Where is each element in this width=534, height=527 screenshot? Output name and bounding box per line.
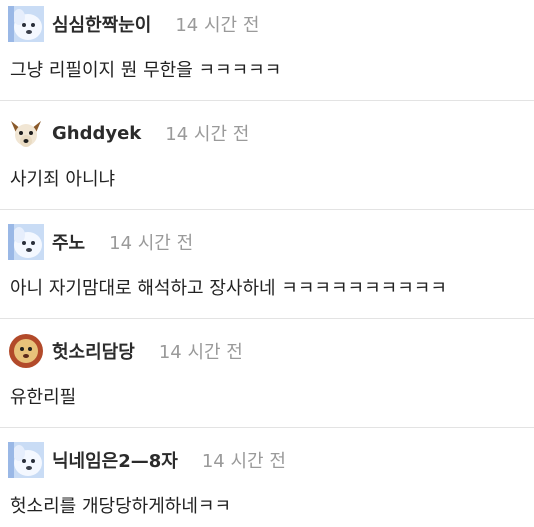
lion-avatar-icon[interactable] bbox=[8, 333, 44, 369]
comment-timestamp: 14 시간 전 bbox=[158, 342, 243, 363]
comment-nickname[interactable]: 헛소리담당 bbox=[52, 338, 135, 364]
white-dog-avatar-icon[interactable] bbox=[8, 442, 44, 478]
comment-text: 사기죄 아니냐 bbox=[10, 169, 116, 190]
comment-nickname[interactable]: Ghddyek bbox=[52, 123, 141, 144]
comment-header: 심심한짝눈이 14 시간 전 bbox=[8, 6, 259, 42]
comment-text: 유한리필 bbox=[10, 387, 77, 408]
white-dog-avatar-icon[interactable] bbox=[8, 6, 44, 42]
comment-timestamp: 14 시간 전 bbox=[175, 15, 260, 36]
comment-nickname[interactable]: 주노 bbox=[52, 229, 85, 255]
comment-item: 심심한짝눈이 14 시간 전 그냥 리필이지 뭔 무한을 ㅋㅋㅋㅋㅋ bbox=[0, 0, 534, 101]
comment-header: 헛소리담당 14 시간 전 bbox=[8, 333, 243, 369]
comment-text: 헛소리를 개당당하게하네ㅋㅋ bbox=[10, 496, 232, 517]
comment-item: 헛소리담당 14 시간 전 유한리필 bbox=[0, 319, 534, 428]
comment-item: Ghddyek 14 시간 전 사기죄 아니냐 bbox=[0, 101, 534, 210]
comment-header: 닉네임은2—8자 14 시간 전 bbox=[8, 442, 286, 478]
comment-text: 그냥 리필이지 뭔 무한을 ㅋㅋㅋㅋㅋ bbox=[10, 60, 282, 81]
comment-timestamp: 14 시간 전 bbox=[201, 451, 286, 472]
comment-nickname[interactable]: 닉네임은2—8자 bbox=[52, 447, 178, 473]
fox-avatar-icon[interactable] bbox=[8, 115, 44, 151]
white-dog-avatar-icon[interactable] bbox=[8, 224, 44, 260]
comment-timestamp: 14 시간 전 bbox=[165, 124, 250, 145]
comment-text: 아니 자기맘대로 해석하고 장사하네 ㅋㅋㅋㅋㅋㅋㅋㅋㅋㅋ bbox=[10, 278, 447, 299]
comment-item: 닉네임은2—8자 14 시간 전 헛소리를 개당당하게하네ㅋㅋ bbox=[0, 428, 534, 527]
comment-nickname[interactable]: 심심한짝눈이 bbox=[52, 11, 151, 37]
comment-header: 주노 14 시간 전 bbox=[8, 224, 193, 260]
comment-list: 심심한짝눈이 14 시간 전 그냥 리필이지 뭔 무한을 ㅋㅋㅋㅋㅋ Ghddy… bbox=[0, 0, 534, 527]
comment-item: 주노 14 시간 전 아니 자기맘대로 해석하고 장사하네 ㅋㅋㅋㅋㅋㅋㅋㅋㅋㅋ bbox=[0, 210, 534, 319]
comment-timestamp: 14 시간 전 bbox=[109, 233, 194, 254]
comment-header: Ghddyek 14 시간 전 bbox=[8, 115, 249, 151]
